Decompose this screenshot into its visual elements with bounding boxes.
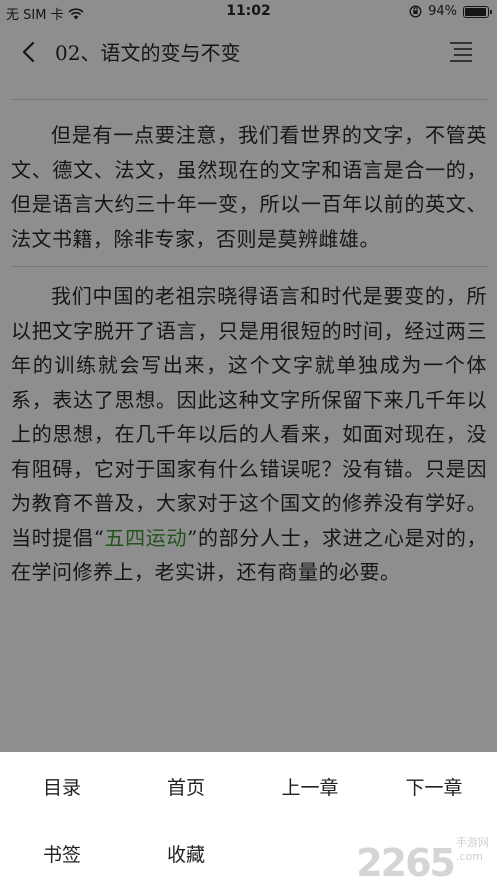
link-may-fourth[interactable]: 五四运动 [104, 526, 187, 550]
toc-button[interactable]: 目录 [22, 773, 102, 800]
bookmark-button[interactable]: 书签 [22, 840, 102, 867]
watermark-label: 手游网 .com [456, 834, 489, 863]
back-arrow-icon[interactable] [16, 38, 42, 66]
watermark-suffix: .com [456, 850, 483, 863]
chapter-title: 02、语文的变与不变 [55, 41, 241, 65]
prev-chapter-button[interactable]: 上一章 [270, 773, 350, 800]
bottom-menu: 目录 首页 上一章 下一章 书签 收藏 2265 手游网 .com [0, 752, 497, 883]
nav-bar: 02、语文的变与不变 [0, 24, 497, 80]
paragraph-1: 但是有一点要注意，我们看世界的文字，不管英文、德文、法文，虽然现在的文字和语言是… [11, 123, 487, 251]
status-right: 94% [409, 4, 492, 19]
paragraph-2-text: 我们中国的老祖宗晓得语言和时代是要变的，所以把文字脱开了语言，只是用很短的时间，… [11, 284, 487, 550]
paragraph-2: 我们中国的老祖宗晓得语言和时代是要变的，所以把文字脱开了语言，只是用很短的时间，… [11, 267, 487, 590]
orientation-lock-icon [409, 5, 422, 18]
watermark-label-text: 手游网 [456, 836, 489, 849]
status-bar: 无 SIM 卡 11:02 94% [0, 0, 497, 24]
battery-percent: 94% [428, 4, 457, 19]
home-button[interactable]: 首页 [146, 773, 226, 800]
site-watermark: 2265 手游网 .com [356, 834, 489, 883]
battery-icon [463, 5, 492, 18]
next-chapter-button[interactable]: 下一章 [394, 773, 474, 800]
favorite-button[interactable]: 收藏 [146, 840, 226, 867]
watermark-number: 2265 [356, 841, 456, 883]
battery-fill [465, 7, 486, 16]
reading-content[interactable]: 但是有一点要注意，我们看世界的文字，不管英文、德文、法文，虽然现在的文字和语言是… [0, 80, 497, 752]
chapter-list-icon[interactable] [449, 40, 473, 64]
